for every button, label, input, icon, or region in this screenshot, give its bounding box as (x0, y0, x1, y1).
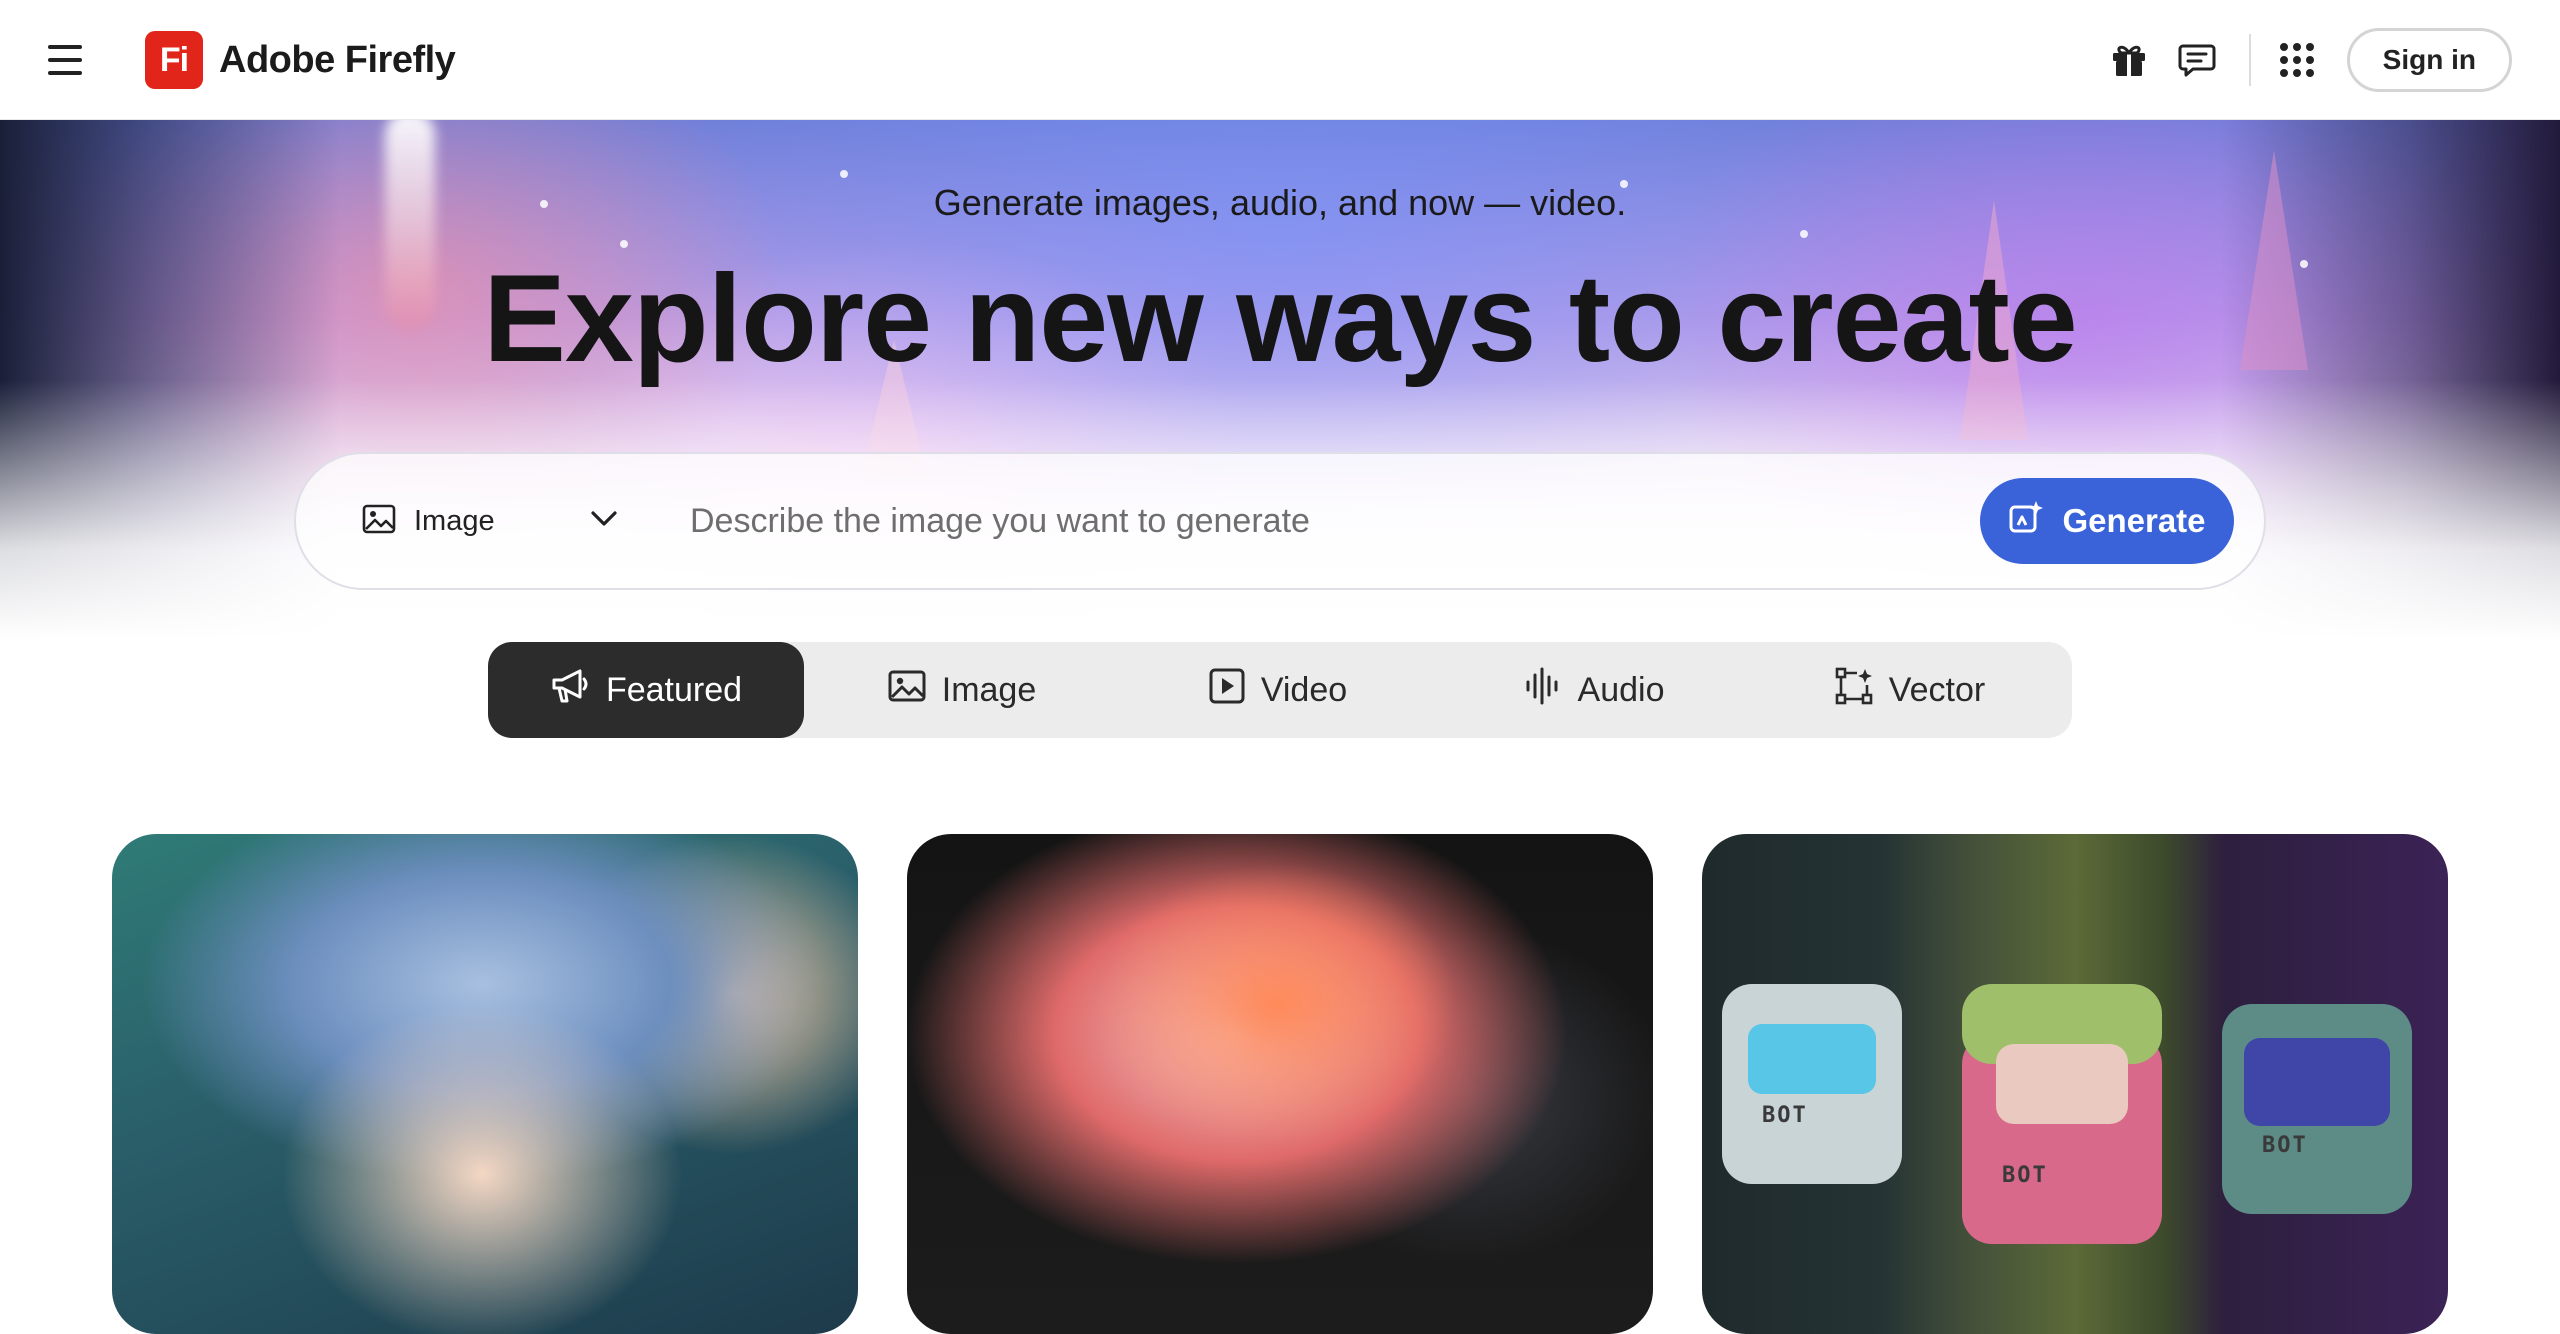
content-type-label: Image (414, 504, 495, 537)
tab-label: Image (941, 670, 1037, 709)
video-icon (1209, 668, 1245, 713)
generate-label: Generate (2062, 502, 2206, 539)
robot-figure: BOT (1722, 984, 1902, 1184)
chevron-down-icon (590, 510, 618, 533)
sparkle-decoration (840, 170, 848, 178)
audio-icon (1524, 667, 1562, 714)
prompt-input[interactable] (690, 481, 1980, 561)
tab-image[interactable]: Image (804, 642, 1120, 738)
tab-label: Video (1260, 670, 1348, 709)
tab-audio[interactable]: Audio (1436, 642, 1752, 738)
image-icon (362, 504, 396, 539)
robot-tag: BOT (1762, 1103, 1808, 1128)
robot-screen (1748, 1024, 1876, 1094)
content-type-dropdown[interactable]: Image (362, 504, 618, 539)
menu-icon[interactable] (48, 38, 94, 82)
category-tabs: Featured Image Video Audio Vector (488, 642, 2072, 738)
gallery-card-parrot-illustration[interactable] (907, 834, 1653, 1334)
robot-tag: BOT (2002, 1163, 2048, 1188)
sign-in-button[interactable]: Sign in (2346, 28, 2512, 92)
prompt-bar: Image Generate (294, 452, 2266, 590)
tab-label: Audio (1577, 670, 1665, 709)
gallery-card-robots-illustration[interactable]: BOT BOT BOT (1702, 834, 2448, 1334)
feedback-icon[interactable] (2163, 26, 2231, 94)
brand-name: Adobe Firefly (219, 38, 456, 81)
megaphone-icon (550, 668, 590, 713)
tab-vector[interactable]: Vector (1752, 642, 2068, 738)
header-actions: Sign in (2095, 26, 2512, 94)
tab-video[interactable]: Video (1120, 642, 1436, 738)
tab-label: Featured (605, 670, 743, 709)
brand[interactable]: Fi Adobe Firefly (145, 31, 456, 89)
firefly-logo: Fi (145, 31, 203, 89)
robot-figure: BOT (1962, 984, 2162, 1244)
robot-figure: BOT (2222, 1004, 2412, 1214)
generate-button[interactable]: Generate (1980, 478, 2234, 564)
sparkle-decoration (620, 240, 628, 248)
sparkle-decoration (1800, 230, 1808, 238)
image-icon (888, 670, 926, 711)
gallery-card-boy-illustration[interactable] (112, 834, 858, 1334)
hero-subtitle: Generate images, audio, and now — video. (933, 182, 1627, 223)
generate-sparkle-icon (2008, 499, 2044, 543)
tab-label: Vector (1888, 670, 1986, 709)
robot-screen (2244, 1038, 2390, 1126)
top-bar: Fi Adobe Firefly Sign in (0, 0, 2560, 120)
hero-title: Explore new ways to create (483, 250, 2078, 388)
tab-featured[interactable]: Featured (488, 642, 804, 738)
hero-banner: Generate images, audio, and now — video.… (0, 120, 2560, 640)
gift-icon[interactable] (2095, 26, 2163, 94)
robot-tag: BOT (2262, 1133, 2308, 1158)
vector-icon (1835, 667, 1873, 714)
header-divider (2248, 34, 2251, 86)
apps-grid-icon[interactable] (2263, 26, 2331, 94)
robot-face (1996, 1044, 2128, 1124)
